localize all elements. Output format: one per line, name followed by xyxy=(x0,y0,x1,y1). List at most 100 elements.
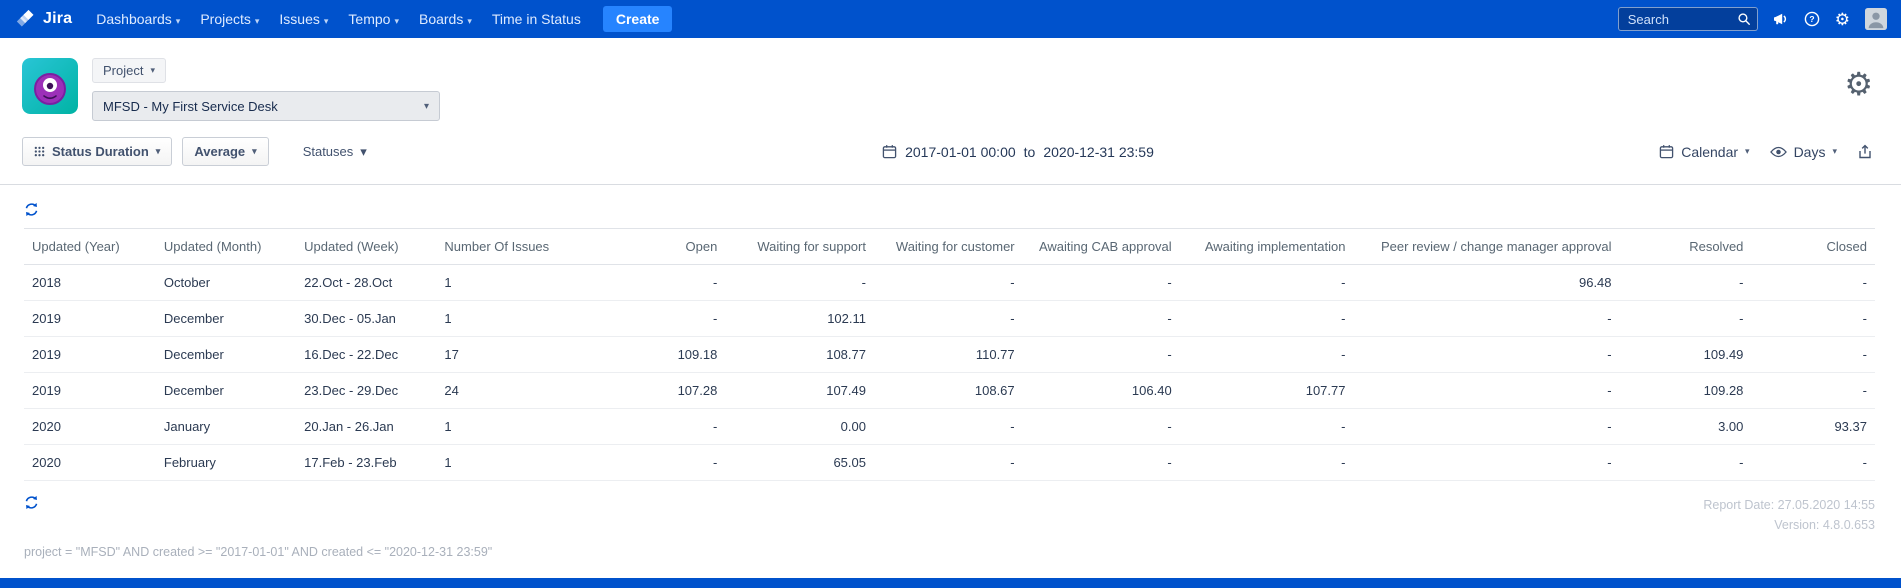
table-cell: 2019 xyxy=(24,300,156,337)
table-cell: 109.18 xyxy=(601,336,726,373)
date-range-from: 2017-01-01 00:00 xyxy=(905,143,1016,160)
chevron-down-icon: ▾ xyxy=(423,100,429,112)
search-box[interactable] xyxy=(1617,7,1758,31)
navbar-right: ? ⚙ xyxy=(1617,7,1887,31)
table-cell: 2020 xyxy=(24,408,156,445)
table-cell: 2018 xyxy=(24,264,156,301)
chevron-down-icon: ▾ xyxy=(175,16,181,26)
export-button[interactable] xyxy=(1857,144,1873,160)
calendar-mode-button[interactable]: Calendar ▾ xyxy=(1659,143,1750,160)
section-divider xyxy=(0,184,1901,185)
refresh-button[interactable] xyxy=(24,202,39,217)
toolbar-left: Status Duration ▾ Average ▾ Statuses ▾ xyxy=(22,137,377,166)
table-cell: - xyxy=(601,264,726,301)
column-header: Awaiting implementation xyxy=(1179,228,1354,265)
table-footer-row: Report Date: 27.05.2020 14:55 Version: 4… xyxy=(24,495,1875,535)
table-cell: - xyxy=(1353,336,1620,373)
table-cell: - xyxy=(873,444,1023,481)
table-cell: 93.37 xyxy=(1751,408,1875,445)
refresh-icon xyxy=(24,495,39,510)
brand-text: Jira xyxy=(43,10,73,27)
nav-item-tempo[interactable]: Tempo ▾ xyxy=(338,2,409,36)
table-cell: 17 xyxy=(436,336,602,373)
table-cell: 16.Dec - 22.Dec xyxy=(296,336,437,373)
status-duration-table: Updated (Year) Updated (Month) Updated (We… xyxy=(24,228,1875,481)
table-cell: December xyxy=(155,372,297,409)
table-cell: - xyxy=(1619,300,1752,337)
user-avatar[interactable] xyxy=(1865,8,1887,30)
column-header: Updated (Month) xyxy=(155,228,297,265)
table-cell: 2019 xyxy=(24,336,156,373)
bottom-accent-bar xyxy=(0,578,1901,588)
metric-dropdown-button[interactable]: Status Duration ▾ xyxy=(22,137,173,166)
table-cell: - xyxy=(601,300,726,337)
units-dropdown-label: Days xyxy=(1793,143,1826,160)
column-header: Peer review / change manager approval xyxy=(1353,228,1620,265)
version-text: Version: 4.8.0.653 xyxy=(1774,518,1875,532)
column-header: Open xyxy=(601,228,726,265)
chevron-down-icon: ▾ xyxy=(252,146,257,156)
column-header: Resolved xyxy=(1619,228,1752,265)
table-cell: - xyxy=(873,408,1023,445)
table-cell: 2020 xyxy=(24,444,156,481)
svg-text:?: ? xyxy=(1809,14,1814,24)
table-cell: - xyxy=(1751,264,1875,301)
table-cell: 0.00 xyxy=(725,408,874,445)
help-icon[interactable]: ? xyxy=(1804,11,1820,27)
table-cell: 102.11 xyxy=(725,300,874,337)
table-cell: 2019 xyxy=(24,372,156,409)
aggregation-dropdown-label: Average xyxy=(194,144,246,159)
table-cell: 106.40 xyxy=(1022,372,1180,409)
chevron-down-icon: ▾ xyxy=(1832,146,1837,156)
chevron-down-icon: ▾ xyxy=(254,16,260,26)
table-row: 2020 February 17.Feb - 23.Feb 1-65.05- - - - - - xyxy=(24,444,1875,481)
table-cell: - xyxy=(1022,444,1180,481)
create-button[interactable]: Create xyxy=(602,6,673,32)
statuses-dropdown-button[interactable]: Statuses ▾ xyxy=(293,138,377,166)
jira-home-link[interactable]: Jira xyxy=(14,9,82,29)
date-range-picker[interactable]: 2017-01-01 00:00 to 2020-12-31 23:59 xyxy=(377,144,1659,160)
table-row: 2019 December 30.Dec - 05.Jan 1-102.11- - - - -… xyxy=(24,300,1875,337)
table-row: 2018 October 22.Oct - 28.Oct 1- - - - -96.48- - xyxy=(24,264,1875,301)
settings-icon[interactable]: ⚙ xyxy=(1835,11,1850,28)
aggregation-dropdown-button[interactable]: Average ▾ xyxy=(182,137,269,166)
gadget-settings-gear-icon[interactable]: ⚙ xyxy=(1844,68,1873,100)
table-cell: - xyxy=(1353,300,1620,337)
table-cell: - xyxy=(1751,372,1875,409)
table-cell: January xyxy=(155,408,297,445)
report-date-text: Report Date: 27.05.2020 14:55 xyxy=(1703,498,1875,512)
grid-icon xyxy=(34,146,45,157)
table-cell: - xyxy=(1751,444,1875,481)
table-cell: - xyxy=(1751,336,1875,373)
chevron-down-icon: ▾ xyxy=(155,146,161,156)
nav-item-projects[interactable]: Projects ▾ xyxy=(190,2,269,36)
column-header: Waiting for support xyxy=(725,228,874,265)
refresh-button[interactable] xyxy=(24,495,39,510)
chevron-down-icon: ▾ xyxy=(394,16,399,26)
table-cell: - xyxy=(601,408,726,445)
announcement-icon[interactable] xyxy=(1773,11,1789,27)
table-cell: 107.49 xyxy=(725,372,874,409)
table-cell: - xyxy=(1022,336,1180,373)
table-body: 2018 October 22.Oct - 28.Oct 1- - - - -96.48- -2… xyxy=(24,264,1875,481)
table-cell: October xyxy=(155,264,297,301)
units-dropdown-button[interactable]: Days ▾ xyxy=(1769,143,1837,160)
date-range-separator: to xyxy=(1023,143,1036,160)
chevron-down-icon: ▾ xyxy=(467,16,472,26)
table-cell: 1 xyxy=(436,444,602,481)
top-navbar: Jira Dashboards ▾ Projects ▾ Issues ▾ Tempo ▾ Bo… xyxy=(0,0,1901,38)
table-cell: - xyxy=(1022,264,1180,301)
nav-item-time-in-status[interactable]: Time in Status xyxy=(482,2,591,36)
calendar-mode-label: Calendar xyxy=(1681,143,1739,160)
nav-item-boards[interactable]: Boards ▾ xyxy=(409,2,482,36)
calendar-icon xyxy=(882,144,897,159)
project-select[interactable]: MFSD - My First Service Desk ▾ xyxy=(92,91,440,121)
table-cell: 109.28 xyxy=(1619,372,1752,409)
table-cell: - xyxy=(1179,444,1354,481)
scope-dropdown-button[interactable]: Project ▾ xyxy=(92,58,166,83)
nav-item-issues[interactable]: Issues ▾ xyxy=(269,2,338,36)
column-header: Number Of Issues xyxy=(436,228,602,265)
nav-item-dashboards[interactable]: Dashboards ▾ xyxy=(86,2,190,36)
statuses-dropdown-label: Statuses xyxy=(302,144,354,159)
table-cell: 65.05 xyxy=(725,444,874,481)
